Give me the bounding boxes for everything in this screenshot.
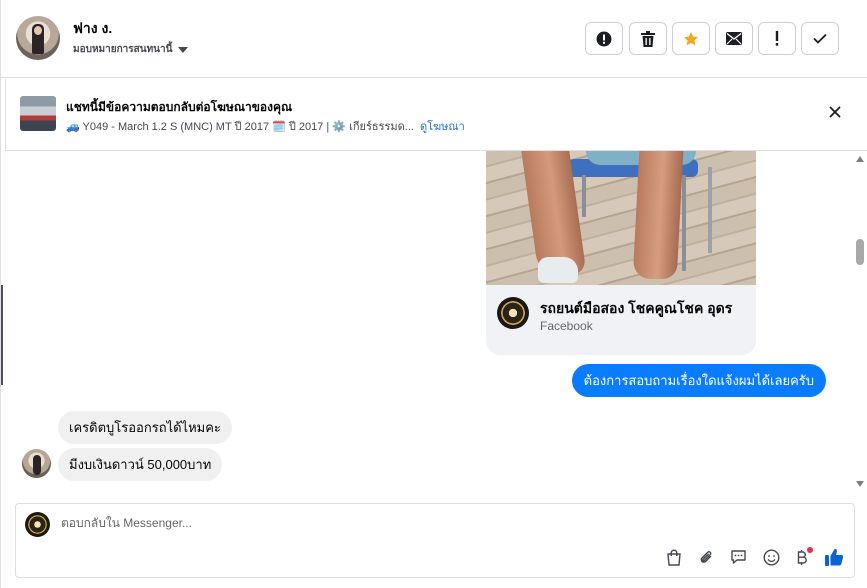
scroll-up-arrow-icon[interactable] [856,156,864,162]
reply-composer [15,503,855,578]
conversation-header: ฟาง ง. มอบหมายการสนทนานี้ [1,0,867,78]
saved-reply-icon [730,550,746,564]
emoji-icon [762,548,780,566]
shared-post-card[interactable]: รถยนต์มือสอง โชคคูณโชค อุดร Facebook [486,151,756,355]
close-banner-button[interactable] [826,103,844,121]
payment-button[interactable] [791,546,813,568]
follow-up-button[interactable] [758,22,796,55]
incoming-message: เครดิตบูโรออกรถได้ไหมคะ [58,411,232,444]
outgoing-message: ต้องการสอบถามเรื่องใดแจ้งผมได้เลยครับ [571,364,826,397]
ad-reply-banner: แชทนี้มีข้อความตอบกลับต่อโฆษณาของคุณ 🚙 Y… [5,79,867,151]
panel-divider [1,285,3,385]
ad-thumbnail[interactable] [20,96,56,131]
emoji-button[interactable] [760,546,782,568]
scroll-thumb[interactable] [856,239,864,265]
shopping-bag-icon [667,549,681,566]
star-button[interactable] [672,22,710,55]
notification-dot [807,547,813,553]
saved-reply-button[interactable] [727,546,749,568]
scroll-down-arrow-icon[interactable] [856,481,864,487]
reply-input[interactable] [61,516,661,530]
ad-banner-title: แชทนี้มีข้อความตอบกลับต่อโฆษณาของคุณ [66,100,293,114]
message-list[interactable]: รถยนต์มือสอง โชคคูณโชค อุดร Facebook ต้อ… [5,151,867,492]
ad-description: 🚙 Y049 - March 1.2 S (MNC) MT ปี 2017 🗓️… [66,121,414,133]
conversation-panel: ฟาง ง. มอบหมายการสนทนานี้ แชทนี้มีข้อควา… [0,0,867,588]
delete-button[interactable] [629,22,667,55]
spam-button[interactable] [585,22,623,55]
done-button[interactable] [801,22,839,55]
trash-icon [641,30,655,47]
page-logo [497,297,529,329]
check-icon [813,33,827,44]
like-button[interactable] [823,546,845,568]
caret-down-icon [178,46,189,53]
exclamation-icon [775,31,779,46]
star-icon [684,31,698,45]
shop-button[interactable] [663,546,685,568]
ad-banner-subtitle: 🚙 Y049 - March 1.2 S (MNC) MT ปี 2017 🗓️… [66,117,465,135]
assign-label: มอบหมายการสนทนานี้ [73,44,173,55]
post-source: Facebook [540,319,593,333]
spam-icon [596,31,612,46]
post-image [486,151,756,285]
thumbs-up-icon [824,548,843,566]
attach-button[interactable] [695,546,717,568]
incoming-message: มีงบเงินดาวน์ 50,000บาท [58,448,223,481]
sender-avatar [22,449,51,478]
contact-avatar[interactable] [16,16,60,60]
close-icon [829,106,841,118]
assign-dropdown[interactable]: มอบหมายการสนทนานี้ [73,42,189,57]
page-avatar [25,512,50,537]
page-name: รถยนต์มือสอง โชคคูณโชค อุดร [540,300,733,316]
view-ad-link[interactable]: ดูโฆษณา [420,121,465,133]
mark-unread-button[interactable] [715,22,753,55]
contact-name[interactable]: ฟาง ง. [73,18,112,40]
message-scrollbar[interactable] [853,151,867,492]
post-info: รถยนต์มือสอง โชคคูณโชค อุดร Facebook [486,285,756,355]
paperclip-icon [700,550,711,563]
envelope-icon [726,32,742,45]
